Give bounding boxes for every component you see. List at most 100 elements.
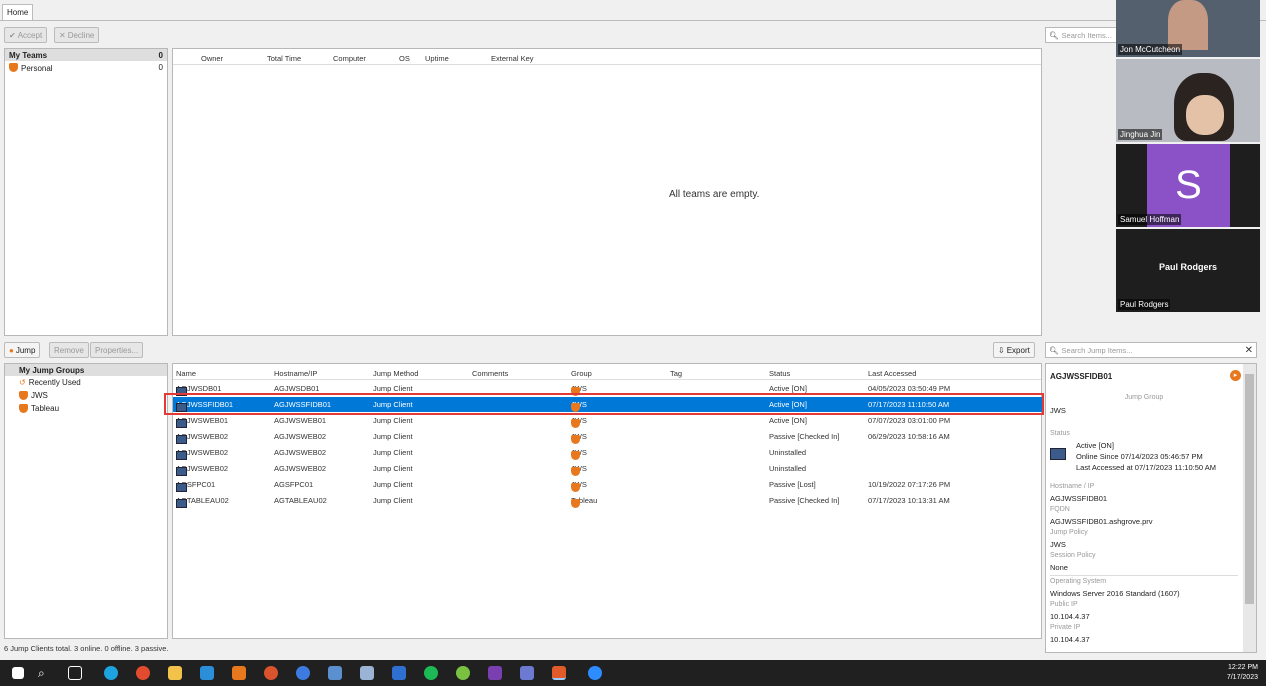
remote-desktop-icon[interactable] (360, 666, 374, 680)
jump-group-label: Tableau (31, 404, 60, 413)
col-group[interactable]: Group (571, 369, 592, 378)
task-view-icon[interactable] (68, 666, 82, 680)
details-scrollbar[interactable] (1243, 364, 1256, 652)
person-icon (9, 62, 18, 72)
jump-button[interactable]: ● Jump (4, 342, 41, 358)
cell-jump-method-text: Jump Client (373, 480, 413, 489)
search-items-field[interactable]: 🔍︎ Search Items... (1045, 27, 1117, 43)
close-icon[interactable]: ✕ (1245, 345, 1253, 356)
col-total-time[interactable]: Total Time (267, 54, 301, 63)
onenote-icon[interactable] (488, 666, 502, 680)
file-explorer-icon[interactable] (168, 666, 182, 680)
zoom-icon[interactable] (588, 666, 602, 680)
cell-jump-method: Jump Client (373, 416, 413, 425)
cell-status: Passive [Checked In] (769, 496, 839, 505)
decline-button[interactable]: ✕ Decline (54, 27, 100, 43)
table-row[interactable]: AGJWSWEB02 AGJWSWEB02 Jump Client JWS Uninst… (173, 461, 1043, 476)
teams-icon[interactable] (520, 666, 534, 680)
col-jump-method[interactable]: Jump Method (373, 369, 418, 378)
teams-header[interactable]: My Teams 0 (5, 49, 167, 61)
cell-hostname: AGSFPC01 (274, 480, 313, 489)
private-ip-value: 10.104.4.37 (1050, 635, 1090, 644)
properties-button[interactable]: Properties... (90, 342, 144, 358)
teams-header-label: My Teams (9, 51, 48, 60)
group-icon (571, 499, 580, 508)
app-icon[interactable] (296, 666, 310, 680)
search-icon: 🔍︎ (1049, 345, 1059, 355)
accept-button[interactable]: ✔ Accept (4, 27, 48, 43)
jump-group-jws[interactable]: JWS (5, 389, 167, 402)
participant-name: Paul Rodgers (1118, 299, 1171, 310)
table-row[interactable]: AGJWSWEB01 AGJWSWEB01 Jump Client JWS Active… (173, 413, 1043, 428)
col-os[interactable]: OS (399, 54, 410, 63)
team-item-personal[interactable]: Personal 0 (5, 61, 167, 74)
table-row[interactable]: AGJWSWEB02 AGJWSWEB02 Jump Client JWS Uninst… (173, 445, 1043, 460)
clock[interactable]: 12:22 PM 7/17/2023 (1200, 663, 1258, 683)
team-count: 0 (158, 63, 163, 72)
col-status[interactable]: Status (769, 369, 790, 378)
col-owner[interactable]: Owner (201, 54, 223, 63)
remove-button[interactable]: Remove (49, 342, 89, 358)
cell-last-accessed-text: 06/29/2023 10:58:16 AM (868, 432, 950, 441)
cell-name: AGJWSWEB01 (176, 416, 228, 428)
bomgar-icon[interactable] (232, 666, 246, 680)
search-icon[interactable]: ⌕ (38, 666, 52, 680)
store-icon[interactable] (200, 666, 214, 680)
cell-last-accessed-text: 04/05/2023 03:50:49 PM (868, 384, 951, 393)
cell-hostname: AGJWSWEB02 (274, 464, 326, 473)
col-computer[interactable]: Computer (333, 54, 366, 63)
jump-groups-header[interactable]: My Jump Groups (5, 364, 167, 376)
col-tag[interactable]: Tag (670, 369, 682, 378)
table-row[interactable]: AGJWSWEB02 AGJWSWEB02 Jump Client JWS Passiv… (173, 429, 1043, 444)
cell-jump-method-text: Jump Client (373, 496, 413, 505)
details-title: AGJWSSFIDB01 (1050, 372, 1113, 381)
home-tab[interactable]: Home (2, 4, 34, 20)
participant-name: Samuel Hoffman (1118, 214, 1182, 225)
cell-last-accessed: 04/05/2023 03:50:49 PM (868, 384, 950, 393)
table-row[interactable]: AGTABLEAU02 AGTABLEAU02 Jump Client Tableau… (173, 493, 1043, 508)
col-name[interactable]: Name (176, 369, 196, 378)
jump-groups-header-label: My Jump Groups (19, 366, 85, 375)
participant-name: Jon McCutcheon (1118, 44, 1183, 55)
col-external-key[interactable]: External Key (491, 54, 534, 63)
jump-group-tableau[interactable]: Tableau (5, 402, 167, 415)
app-icon[interactable] (456, 666, 470, 680)
search-jump-items-field[interactable]: 🔍︎ Search Jump Items... ✕ (1045, 342, 1257, 358)
cell-hostname: AGJWSDB01 (274, 384, 319, 393)
team-label: Personal (21, 63, 53, 73)
edge-icon[interactable] (104, 666, 118, 680)
group-icon (19, 404, 28, 413)
jump-group-label: Recently Used (28, 378, 81, 387)
cell-hostname: AGJWSWEB02 (274, 448, 326, 457)
jump-group-recently-used[interactable]: ↺ Recently Used (5, 376, 167, 389)
table-row[interactable]: AGSFPC01 AGSFPC01 Jump Client JWS Passive [L… (173, 477, 1043, 492)
col-hostname[interactable]: Hostname/IP (274, 369, 317, 378)
jump-icon[interactable]: ▸ (1230, 370, 1241, 381)
cell-status: Uninstalled (769, 464, 806, 473)
cell-jump-method-text: Jump Client (373, 448, 413, 457)
start-icon[interactable] (12, 667, 24, 679)
scrollbar-thumb[interactable] (1245, 374, 1254, 604)
calculator-icon[interactable] (328, 666, 342, 680)
firefox-icon[interactable] (264, 666, 278, 680)
export-label: Export (1006, 345, 1030, 355)
export-button[interactable]: ⇩ Export (993, 342, 1035, 358)
col-uptime[interactable]: Uptime (425, 54, 449, 63)
chrome-icon[interactable] (136, 666, 150, 680)
checkmark-app-icon[interactable] (392, 666, 406, 680)
active-app-icon[interactable] (552, 666, 566, 680)
jump-group-label: Jump Group (1124, 394, 1164, 401)
cell-hostname-text: AGJWSWEB01 (274, 416, 327, 425)
teams-panel: My Teams 0 Personal 0 (4, 48, 168, 336)
status-label: Status (1050, 430, 1070, 437)
fqdn-label: FQDN (1050, 506, 1070, 513)
cell-name: AGTABLEAU02 (176, 496, 229, 508)
session-policy-value: None (1050, 563, 1068, 572)
col-comments[interactable]: Comments (472, 369, 508, 378)
cell-hostname-text: AGSFPC01 (274, 480, 314, 489)
spotify-icon[interactable] (424, 666, 438, 680)
export-icon: ⇩ (998, 345, 1005, 355)
participant-center-name: Paul Rodgers (1158, 262, 1217, 272)
cell-name: AGJWSDB01 (176, 384, 221, 396)
col-last-accessed[interactable]: Last Accessed (868, 369, 916, 378)
